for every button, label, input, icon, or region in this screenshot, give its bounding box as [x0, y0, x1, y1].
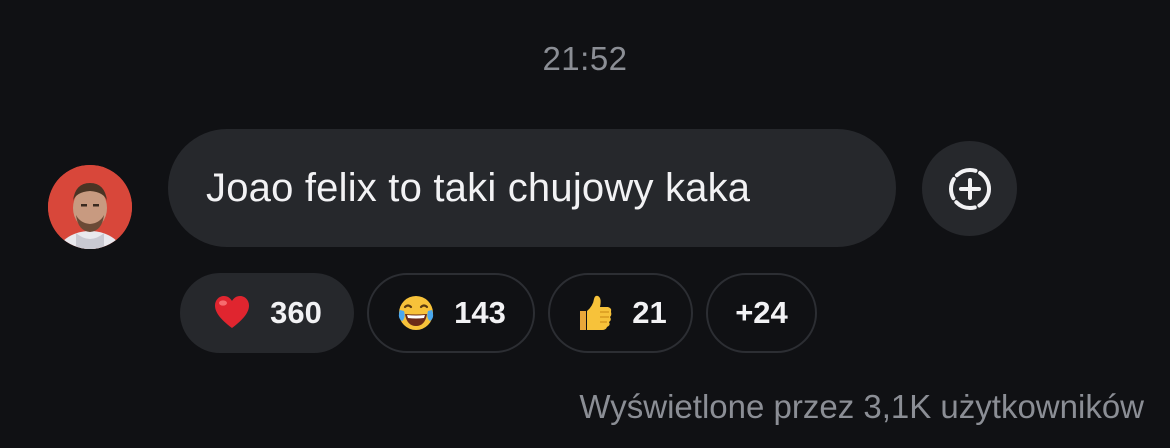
add-reaction-button[interactable] — [922, 141, 1017, 236]
heart-icon — [212, 293, 252, 333]
reaction-count: 21 — [632, 295, 667, 330]
laughing-tears-icon — [396, 293, 436, 333]
reaction-count: 360 — [270, 295, 322, 330]
reaction-thumbs-up[interactable]: 21 — [548, 273, 693, 353]
message-timestamp: 21:52 — [542, 40, 628, 77]
seen-by-label: Wyświetlone przez 3,1K użytkowników — [579, 388, 1144, 425]
more-reactions-button[interactable]: +24 — [706, 273, 817, 353]
reaction-count: 143 — [454, 295, 506, 330]
user-avatar-icon — [48, 165, 132, 249]
thumbs-up-icon — [574, 293, 614, 333]
reaction-heart[interactable]: 360 — [180, 273, 354, 353]
add-reaction-icon — [948, 167, 991, 210]
message-text: Joao felix to taki chujowy kaka — [206, 165, 751, 210]
sender-avatar[interactable] — [48, 165, 132, 249]
more-reactions-count: +24 — [735, 295, 788, 330]
message-bubble[interactable]: Joao felix to taki chujowy kaka — [168, 129, 896, 247]
reaction-laughing[interactable]: 143 — [367, 273, 535, 353]
